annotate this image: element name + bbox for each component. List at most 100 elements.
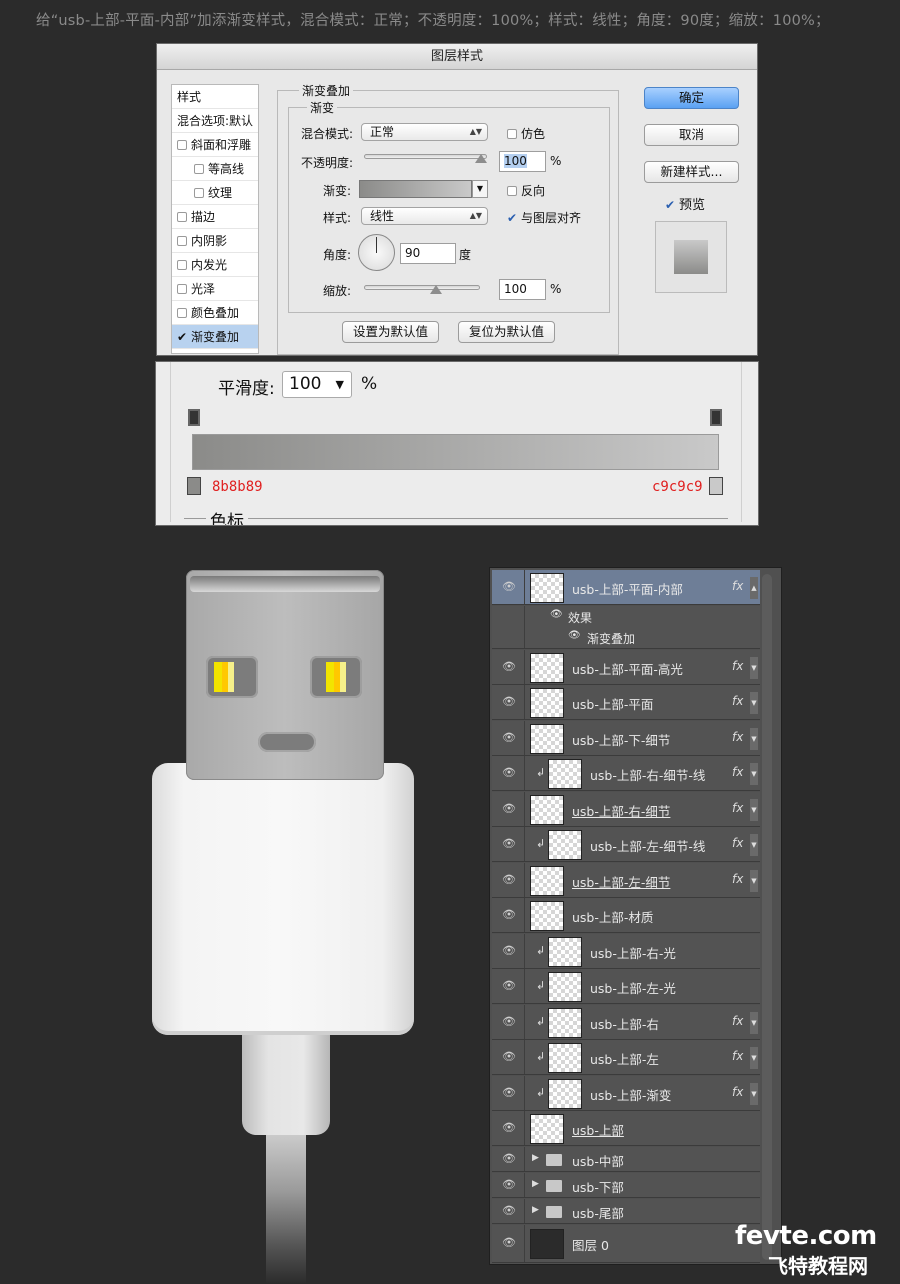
opacity-stop-right[interactable]	[710, 409, 722, 426]
layer-row[interactable]: 👁 ↲ usb-上部-右 fx ▼	[492, 1005, 760, 1040]
opacity-slider[interactable]	[364, 154, 487, 159]
layers-scrollbar[interactable]	[762, 574, 772, 1260]
gradient-swatch[interactable]	[359, 180, 472, 198]
expand-arrow-icon[interactable]: ▶	[532, 1153, 539, 1163]
eye-icon[interactable]: 👁	[502, 1152, 516, 1165]
fx-expand-icon[interactable]: ▼	[750, 1011, 758, 1034]
sidebar-item-contour[interactable]: 等高线	[172, 157, 258, 181]
checkmark-icon[interactable]: ✔	[177, 325, 187, 348]
eye-icon[interactable]: 👁	[502, 660, 516, 673]
eye-icon[interactable]: 👁	[502, 837, 516, 850]
fx-expand-icon[interactable]: ▲	[750, 576, 758, 599]
layer-row[interactable]: 👁 usb-上部-平面-高光 fx ▼	[492, 650, 760, 685]
fx-icon[interactable]: fx	[732, 872, 743, 886]
new-style-button[interactable]: 新建样式...	[644, 161, 739, 183]
checkbox[interactable]	[177, 284, 187, 294]
layer-row[interactable]: 👁 usb-上部-左-细节 fx ▼	[492, 863, 760, 898]
align-with-layer-option[interactable]: ✔ 与图层对齐	[507, 209, 581, 226]
eye-icon[interactable]: 👁	[502, 1050, 516, 1063]
blend-mode-select[interactable]: 正常 ▲▼	[361, 123, 488, 141]
fx-icon[interactable]: fx	[732, 801, 743, 815]
set-default-button[interactable]: 设置为默认值	[342, 321, 439, 343]
eye-icon[interactable]: 👁	[502, 908, 516, 921]
checkbox[interactable]	[177, 260, 187, 270]
angle-dial[interactable]	[358, 234, 395, 271]
fx-icon[interactable]: fx	[732, 1085, 743, 1099]
layer-row[interactable]: 👁 ↲ usb-上部-右-细节-线 fx ▼	[492, 756, 760, 791]
eye-icon[interactable]: 👁	[502, 979, 516, 992]
fx-icon[interactable]: fx	[732, 836, 743, 850]
scale-field[interactable]: 100	[499, 279, 546, 300]
style-select[interactable]: 线性 ▲▼	[361, 207, 488, 225]
expand-arrow-icon[interactable]: ▶	[532, 1179, 539, 1189]
sidebar-item-satin[interactable]: 光泽	[172, 277, 258, 301]
fx-icon[interactable]: fx	[732, 694, 743, 708]
layer-row[interactable]: 👁 usb-上部-平面-内部 fx ▲	[492, 570, 760, 605]
fx-expand-icon[interactable]: ▼	[750, 656, 758, 679]
checkbox[interactable]	[177, 236, 187, 246]
sidebar-item-gradient-overlay[interactable]: ✔ 渐变叠加	[172, 325, 258, 349]
scale-slider[interactable]	[364, 285, 480, 290]
fx-icon[interactable]: fx	[732, 1014, 743, 1028]
sidebar-item-inner-shadow[interactable]: 内阴影	[172, 229, 258, 253]
angle-field[interactable]: 90	[400, 243, 456, 264]
sidebar-item-blend-options[interactable]: 混合选项:默认	[172, 109, 258, 133]
fx-expand-icon[interactable]: ▼	[750, 762, 758, 785]
eye-icon[interactable]: 👁	[502, 1015, 516, 1028]
layer-row[interactable]: 👁 usb-上部-平面 fx ▼	[492, 685, 760, 720]
fx-icon[interactable]: fx	[732, 579, 743, 593]
eye-icon[interactable]: 👁	[502, 1178, 516, 1191]
checkmark-icon[interactable]: ✔	[507, 211, 517, 225]
layer-row[interactable]: 👁 图层 0	[492, 1225, 760, 1263]
checkbox[interactable]	[507, 186, 517, 196]
layer-row[interactable]: 👁 ▶ usb-下部	[492, 1173, 760, 1198]
gradient-dropdown-icon[interactable]: ▼	[472, 180, 488, 198]
sidebar-item-stroke[interactable]: 描边	[172, 205, 258, 229]
opacity-slider-thumb[interactable]	[475, 154, 487, 163]
ok-button[interactable]: 确定	[644, 87, 739, 109]
layer-row[interactable]: 👁 ↲ usb-上部-左-细节-线 fx ▼	[492, 827, 760, 862]
eye-icon[interactable]: 👁	[502, 1086, 516, 1099]
checkbox[interactable]	[177, 308, 187, 318]
layer-row[interactable]: 👁 usb-上部	[492, 1111, 760, 1146]
layer-row[interactable]: 👁 usb-上部-下-细节 fx ▼	[492, 721, 760, 756]
sidebar-item-inner-glow[interactable]: 内发光	[172, 253, 258, 277]
dither-option[interactable]: 仿色	[507, 125, 545, 142]
layer-row[interactable]: 👁 usb-上部-右-细节 fx ▼	[492, 792, 760, 827]
eye-icon[interactable]: 👁	[502, 873, 516, 886]
eye-icon[interactable]: 👁	[502, 944, 516, 957]
gradient-bar[interactable]	[192, 434, 719, 470]
preview-option[interactable]: ✔ 预览	[665, 194, 705, 213]
checkmark-icon[interactable]: ✔	[665, 198, 675, 212]
fx-expand-icon[interactable]: ▼	[750, 727, 758, 750]
fx-expand-icon[interactable]: ▼	[750, 1082, 758, 1105]
fx-icon[interactable]: fx	[732, 730, 743, 744]
checkbox[interactable]	[177, 212, 187, 222]
layer-row[interactable]: 👁 ▶ usb-中部	[492, 1147, 760, 1172]
opacity-stop-left[interactable]	[188, 409, 200, 426]
layer-row[interactable]: 👁 ▶ usb-尾部	[492, 1199, 760, 1224]
eye-icon[interactable]: 👁	[502, 1236, 516, 1249]
fx-expand-icon[interactable]: ▼	[750, 869, 758, 892]
layer-row[interactable]: 👁 ↲ usb-上部-右-光	[492, 934, 760, 969]
eye-icon[interactable]: 👁	[502, 731, 516, 744]
checkbox[interactable]	[194, 188, 204, 198]
reset-default-button[interactable]: 复位为默认值	[458, 321, 555, 343]
fx-expand-icon[interactable]: ▼	[750, 798, 758, 821]
scale-slider-thumb[interactable]	[430, 285, 442, 294]
eye-icon[interactable]: 👁	[550, 609, 563, 620]
color-stop-right[interactable]	[709, 477, 723, 495]
checkbox[interactable]	[177, 140, 187, 150]
fx-expand-icon[interactable]: ▼	[750, 833, 758, 856]
checkbox[interactable]	[194, 164, 204, 174]
fx-icon[interactable]: fx	[732, 765, 743, 779]
checkbox[interactable]	[507, 129, 517, 139]
eye-icon[interactable]: 👁	[502, 1204, 516, 1217]
eye-icon[interactable]: 👁	[502, 802, 516, 815]
eye-icon[interactable]: 👁	[502, 695, 516, 708]
smoothness-select[interactable]: 100 ▼	[282, 371, 352, 398]
fx-icon[interactable]: fx	[732, 1049, 743, 1063]
expand-arrow-icon[interactable]: ▶	[532, 1205, 539, 1215]
cancel-button[interactable]: 取消	[644, 124, 739, 146]
eye-icon[interactable]: 👁	[502, 580, 516, 593]
